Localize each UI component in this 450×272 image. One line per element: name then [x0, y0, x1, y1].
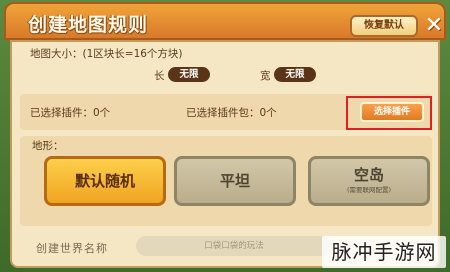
terrain-sky-island-button[interactable]: 空岛 (需要联网配置) — [308, 156, 430, 206]
terrain-sky-island-label: 空岛 — [353, 166, 384, 184]
terrain-label: 地形： — [32, 140, 64, 152]
game-dialog: 创建地图规则 恢复默认 ✕ 地图大小：(1区块长=16个方块) 长 无限 宽 无… — [0, 0, 450, 272]
terrain-sky-island-sublabel: (需要联网配置) — [346, 186, 392, 194]
highlight-box — [346, 96, 432, 130]
map-size-label: 地图大小：(1区块长=16个方块) — [30, 48, 183, 60]
selected-plugins-count: 已选择插件：0个 — [30, 107, 111, 119]
reset-default-button[interactable]: 恢复默认 — [350, 15, 418, 37]
close-icon[interactable]: ✕ — [422, 14, 446, 38]
selected-plugin-packs-count: 已选择插件包：0个 — [186, 107, 277, 119]
width-value[interactable]: 无限 — [274, 67, 316, 82]
terrain-default-random-button[interactable]: 默认随机 — [44, 156, 166, 206]
length-value[interactable]: 无限 — [168, 67, 210, 82]
world-name-input[interactable]: 口袋口袋的玩法 — [136, 236, 332, 256]
world-name-label: 创建世界名称 — [36, 242, 108, 255]
dialog-title: 创建地图规则 — [28, 14, 149, 36]
rules-panel: 地图大小：(1区块长=16个方块) 长 无限 宽 无限 已选择插件：0个 已选择… — [10, 40, 440, 268]
width-label: 宽 — [260, 70, 271, 82]
length-label: 长 — [154, 70, 165, 82]
site-watermark: 脉冲手游网 — [322, 236, 446, 268]
terrain-section: 地形： 默认随机 平坦 空岛 (需要联网配置) — [20, 136, 432, 226]
dialog-header: 创建地图规则 恢复默认 ✕ — [4, 2, 446, 40]
terrain-flat-button[interactable]: 平坦 — [174, 156, 296, 206]
